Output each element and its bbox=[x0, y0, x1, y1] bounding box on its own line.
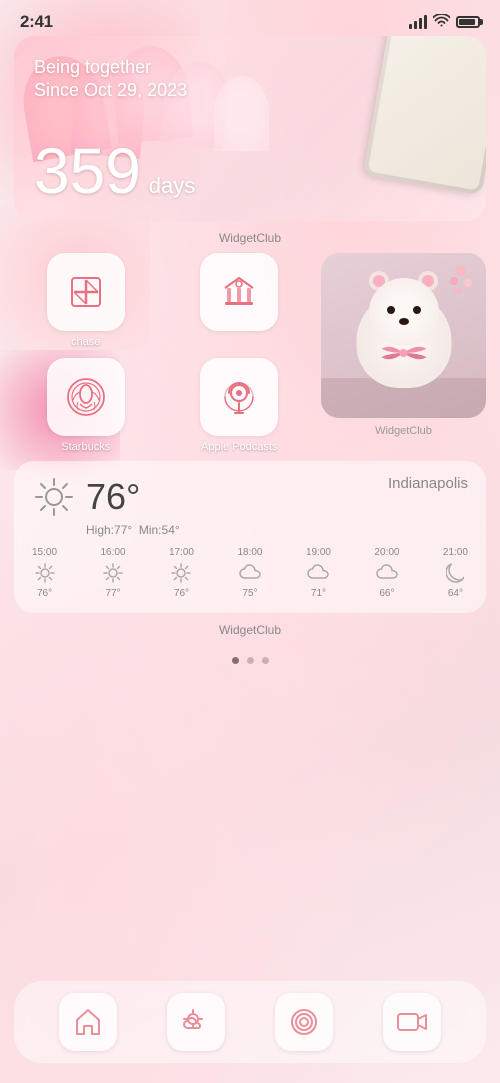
app-starbucks-wrap[interactable]: Starbucks bbox=[14, 358, 158, 453]
hour-icon-sun-1600 bbox=[102, 562, 124, 584]
photo-widget-credit: WidgetClub bbox=[375, 421, 432, 445]
blossom-decoration bbox=[446, 263, 476, 303]
app-podcasts-wrap[interactable]: Apple Podcasts bbox=[168, 358, 312, 453]
home-icon bbox=[72, 1006, 104, 1038]
weather-main: 76° bbox=[32, 475, 140, 519]
podcasts-icon[interactable] bbox=[200, 358, 278, 436]
status-icons bbox=[409, 14, 480, 31]
hour-2000: 20:00 66° bbox=[374, 547, 399, 599]
chase-label: chase bbox=[71, 336, 100, 348]
main-content: Being together Since Oct 29, 2023 359 da… bbox=[0, 36, 500, 676]
dock-camera[interactable] bbox=[383, 993, 441, 1051]
weather-hourly: 15:00 76° bbox=[32, 547, 468, 599]
hour-icon-sun-1500 bbox=[34, 562, 56, 584]
hour-1600: 16:00 77° bbox=[100, 547, 125, 599]
photo-widget-wrap: WidgetClub bbox=[321, 253, 486, 453]
days-count: 359 bbox=[34, 139, 141, 203]
dock-weather[interactable] bbox=[167, 993, 225, 1051]
photo-widget bbox=[321, 253, 486, 418]
status-time: 2:41 bbox=[20, 12, 53, 32]
hour-1800: 18:00 75° bbox=[237, 547, 262, 599]
page-dot-1[interactable] bbox=[232, 657, 239, 664]
app-bank-wrap[interactable] bbox=[168, 253, 312, 348]
hour-icon-sun-1700 bbox=[170, 562, 192, 584]
hour-icon-moon-2100 bbox=[444, 562, 466, 584]
starbucks-icon[interactable] bbox=[47, 358, 125, 436]
dock bbox=[14, 981, 486, 1063]
weather-detail: High:77° Min:54° bbox=[86, 523, 468, 537]
page-dot-3[interactable] bbox=[262, 657, 269, 664]
battery-icon bbox=[456, 16, 480, 28]
weather-temp: 76° bbox=[86, 476, 140, 518]
days-label: days bbox=[149, 173, 195, 199]
starbucks-icon-svg bbox=[61, 372, 111, 422]
chase-icon-svg bbox=[64, 270, 108, 314]
status-bar: 2:41 bbox=[0, 0, 500, 36]
weather-city: Indianapolis bbox=[388, 475, 468, 492]
bear-head bbox=[369, 278, 439, 346]
hour-1900: 19:00 71° bbox=[306, 547, 331, 599]
sun-icon bbox=[32, 475, 76, 519]
hour-1500: 15:00 76° bbox=[32, 547, 57, 599]
podcasts-icon-svg bbox=[215, 373, 263, 421]
target-icon bbox=[288, 1006, 320, 1038]
love-title-line1: Being together bbox=[34, 56, 187, 79]
love-widget: Being together Since Oct 29, 2023 359 da… bbox=[14, 36, 486, 221]
app-grid: chase bbox=[14, 253, 311, 453]
love-widget-text: Being together Since Oct 29, 2023 bbox=[34, 56, 187, 103]
video-icon bbox=[396, 1006, 428, 1038]
bank-icon[interactable] bbox=[200, 253, 278, 331]
hour-icon-cloud-1900 bbox=[307, 562, 329, 584]
starbucks-label: Starbucks bbox=[61, 441, 110, 453]
page-dot-2[interactable] bbox=[247, 657, 254, 664]
page-dots bbox=[14, 645, 486, 676]
hour-2100: 21:00 64° bbox=[443, 547, 468, 599]
weather-widget: 76° Indianapolis High:77° Min:54° 15:00 bbox=[14, 461, 486, 613]
bear-bow bbox=[376, 341, 431, 371]
bank-icon-svg bbox=[217, 270, 261, 314]
app-chase-wrap[interactable]: chase bbox=[14, 253, 158, 348]
dock-home[interactable] bbox=[59, 993, 117, 1051]
weather-widget-credit: WidgetClub bbox=[14, 619, 486, 645]
hour-1700: 17:00 76° bbox=[169, 547, 194, 599]
love-title-line2: Since Oct 29, 2023 bbox=[34, 79, 187, 102]
wifi-icon bbox=[433, 14, 450, 31]
hour-icon-cloud-2000 bbox=[376, 562, 398, 584]
podcasts-label: Apple Podcasts bbox=[201, 441, 277, 453]
chase-icon[interactable] bbox=[47, 253, 125, 331]
app-grid-section: chase bbox=[14, 253, 486, 453]
love-widget-credit: WidgetClub bbox=[14, 227, 486, 253]
love-days: 359 days bbox=[34, 139, 195, 203]
signal-icon bbox=[409, 15, 427, 29]
weather-top: 76° Indianapolis bbox=[32, 475, 468, 519]
cloud-sun-icon bbox=[180, 1006, 212, 1038]
dock-target[interactable] bbox=[275, 993, 333, 1051]
hour-icon-cloud-1800 bbox=[239, 562, 261, 584]
